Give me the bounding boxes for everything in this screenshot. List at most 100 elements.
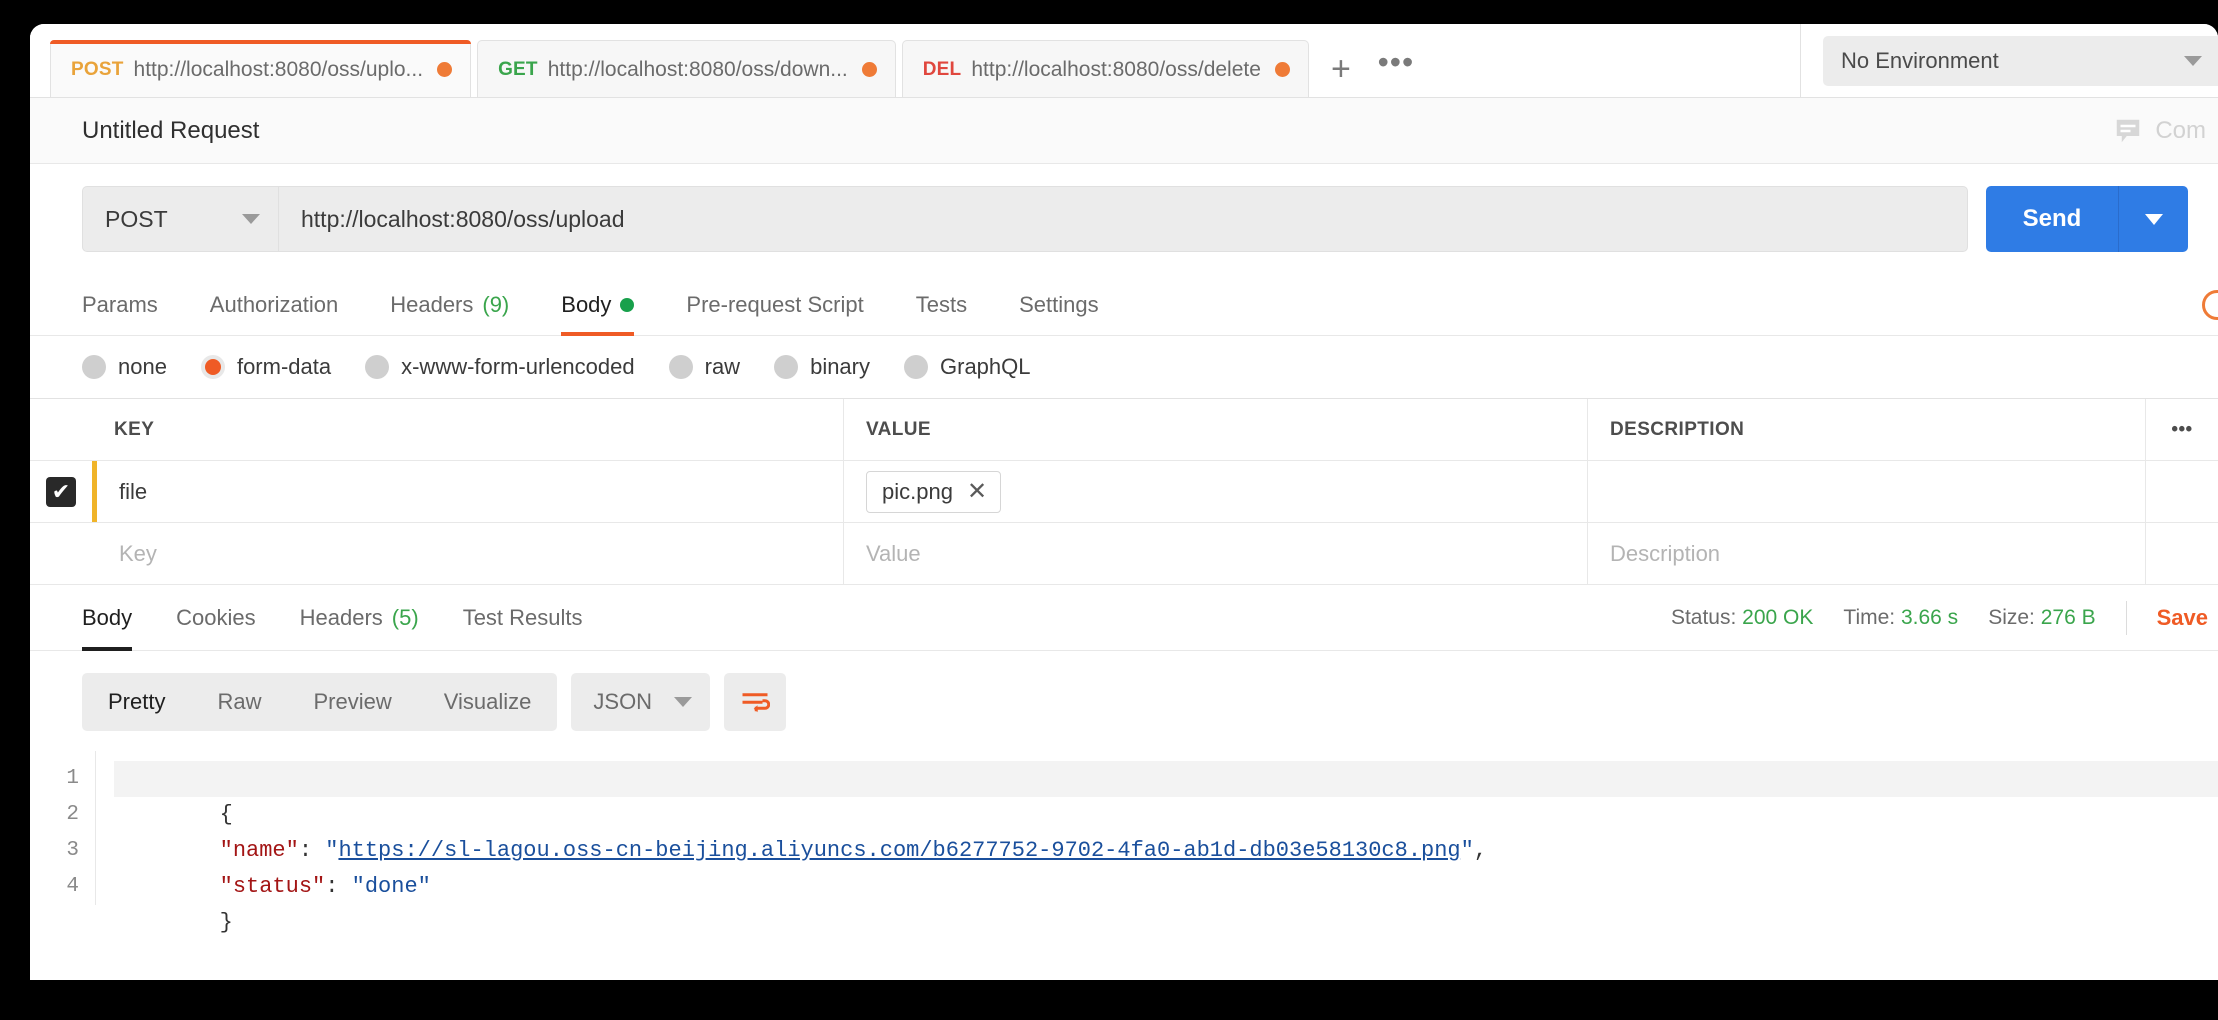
row-options-cell [2146, 523, 2218, 584]
body-type-none[interactable]: none [82, 354, 167, 380]
tab-url-label: http://localhost:8080/oss/uplo... [133, 57, 424, 81]
tab-label: Body [82, 604, 133, 630]
tab-tests[interactable]: Tests [890, 274, 993, 336]
file-chip[interactable]: pic.png ✕ [866, 470, 1002, 513]
row-enabled-checkbox[interactable]: ✔ [46, 476, 76, 507]
radio-label: x-www-form-urlencoded [401, 354, 635, 379]
view-visualize-button[interactable]: Visualize [418, 673, 558, 731]
radio-icon [774, 355, 799, 379]
radio-icon [365, 355, 390, 379]
chevron-down-icon [2184, 56, 2202, 66]
cookies-icon[interactable] [2202, 289, 2218, 320]
view-pretty-button[interactable]: Pretty [82, 673, 191, 731]
comments-button[interactable]: Com [2113, 116, 2218, 146]
send-button-group: Send [1986, 186, 2188, 252]
new-tab-button[interactable]: + [1315, 40, 1367, 98]
tab-label: Cookies [176, 604, 256, 630]
header-value: VALUE [844, 399, 1588, 460]
response-body-code: 1 2 3 4 { "name": "https://sl-lagou.oss-… [30, 751, 2218, 935]
save-response-button[interactable]: Save [2157, 605, 2218, 631]
status-badge: Status: 200 OK [1671, 606, 1813, 630]
bulk-edit-icon[interactable]: ••• [2146, 399, 2218, 460]
url-input[interactable]: http://localhost:8080/oss/upload [278, 186, 1968, 252]
tab-options-icon[interactable]: ••• [1367, 40, 1425, 98]
body-type-x-www-form-urlencoded[interactable]: x-www-form-urlencoded [365, 354, 635, 380]
tab-headers[interactable]: Headers (9) [364, 274, 535, 336]
view-preview-button[interactable]: Preview [287, 673, 417, 731]
row-value-cell[interactable]: pic.png ✕ [844, 461, 1588, 522]
tab-settings[interactable]: Settings [993, 274, 1125, 336]
header-key: KEY [92, 399, 844, 460]
line-number: 1 [66, 767, 79, 790]
json-value-link[interactable]: https://sl-lagou.oss-cn-beijing.aliyuncs… [338, 838, 1460, 863]
wrap-text-icon [742, 693, 771, 713]
tab-label: Params [82, 291, 158, 317]
response-tab-test-results[interactable]: Test Results [441, 585, 605, 651]
request-title-bar: Untitled Request Com [30, 98, 2218, 164]
tab-method-label: DEL [922, 58, 962, 80]
row-checkbox-cell: ✔ [30, 461, 92, 522]
code-lines[interactable]: { "name": "https://sl-lagou.oss-cn-beiji… [96, 751, 2218, 935]
new-row-description-input[interactable]: Description [1588, 523, 2146, 584]
tab-pre-request-script[interactable]: Pre-request Script [660, 274, 889, 336]
response-tab-body[interactable]: Body [82, 585, 154, 651]
radio-icon [904, 355, 928, 379]
send-options-button[interactable] [2118, 186, 2188, 252]
unsaved-indicator-dot [437, 62, 453, 77]
request-section-tabs: Params Authorization Headers (9) Body Pr… [30, 274, 2218, 336]
body-type-binary[interactable]: binary [774, 354, 870, 380]
code-line-2: "name": "https://sl-lagou.oss-cn-beijing… [114, 797, 2218, 863]
radio-icon [668, 355, 693, 379]
body-type-raw[interactable]: raw [668, 354, 741, 380]
new-row-value-input[interactable]: Value [844, 523, 1588, 584]
form-data-table: KEY VALUE DESCRIPTION ••• ✔ file pic.png… [30, 398, 2218, 585]
row-key-input[interactable]: file [97, 461, 844, 522]
unsaved-indicator-dot [1274, 62, 1290, 77]
response-tab-headers[interactable]: Headers (5) [278, 585, 441, 651]
url-bar: POST http://localhost:8080/oss/upload Se… [30, 164, 2218, 274]
response-tab-cookies[interactable]: Cookies [154, 585, 277, 651]
radio-label: raw [704, 354, 741, 379]
radio-label: binary [810, 354, 870, 379]
tab-body[interactable]: Body [535, 274, 660, 336]
remove-file-icon[interactable]: ✕ [967, 479, 987, 504]
response-format-label: JSON [593, 689, 653, 714]
time-badge: Time: 3.66 s [1843, 606, 1958, 630]
environment-selected-label: No Environment [1841, 48, 1999, 73]
http-method-select[interactable]: POST [82, 186, 278, 252]
body-type-graphql[interactable]: GraphQL [904, 354, 1031, 380]
radio-selected-icon [200, 355, 225, 379]
environment-select[interactable]: No Environment [1823, 36, 2218, 86]
table-row: ✔ file pic.png ✕ [30, 461, 2218, 523]
table-header-row: KEY VALUE DESCRIPTION ••• [30, 399, 2218, 461]
code-line-1: { [114, 761, 2218, 827]
postman-window: POST http://localhost:8080/oss/uplo... G… [30, 24, 2218, 980]
header-checkbox-cell [30, 399, 92, 460]
table-row-empty: Key Value Description [30, 523, 2218, 585]
tab-count-badge: (9) [482, 291, 510, 317]
tab-params[interactable]: Params [82, 274, 184, 336]
json-brace-close: } [219, 910, 233, 935]
tab-label: Test Results [462, 604, 583, 630]
new-row-key-input[interactable]: Key [97, 523, 844, 584]
response-view-toolbar: Pretty Raw Preview Visualize JSON [30, 651, 2218, 751]
tab-label: Tests [915, 291, 968, 317]
line-number: 4 [66, 875, 79, 898]
response-format-select[interactable]: JSON [571, 673, 711, 731]
tab-authorization[interactable]: Authorization [184, 274, 364, 336]
request-tab-strip: POST http://localhost:8080/oss/uplo... G… [30, 24, 2218, 98]
body-type-form-data[interactable]: form-data [200, 354, 331, 380]
wrap-lines-button[interactable] [724, 673, 787, 731]
response-view-segment-group: Pretty Raw Preview Visualize [82, 673, 558, 731]
tab-url-label: http://localhost:8080/oss/down... [547, 57, 848, 81]
request-tab-1[interactable]: POST http://localhost:8080/oss/uplo... [50, 40, 472, 98]
line-number: 2 [66, 803, 79, 826]
view-raw-button[interactable]: Raw [191, 673, 287, 731]
send-button[interactable]: Send [1986, 186, 2118, 252]
tab-label: Headers [390, 291, 474, 317]
request-tab-3[interactable]: DEL http://localhost:8080/oss/delete [901, 40, 1309, 98]
request-tab-2[interactable]: GET http://localhost:8080/oss/down... [477, 40, 896, 98]
json-key-name: "name" [219, 838, 299, 863]
line-number-gutter: 1 2 3 4 [30, 751, 96, 905]
row-description-input[interactable] [1588, 461, 2146, 522]
